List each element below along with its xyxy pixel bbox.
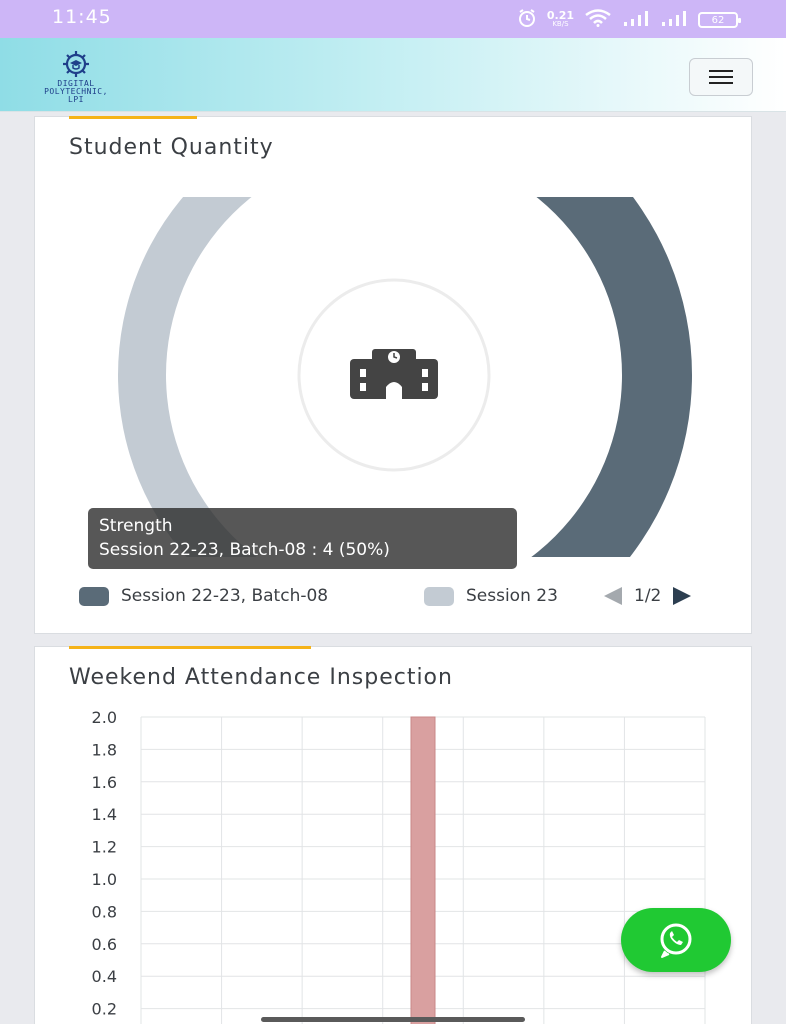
previous-page-icon[interactable] [604, 587, 622, 605]
net-speed: 0.21 KB/S [546, 9, 574, 29]
tooltip-body: Session 22-23, Batch-08 : 4 (50%) [99, 540, 390, 560]
gear-logo-icon [63, 51, 89, 77]
alarm-icon [517, 8, 537, 32]
logo[interactable]: DIGITAL POLYTECHNIC, LPI [20, 48, 132, 106]
donut-slice[interactable] [394, 77, 692, 673]
legend-pager: 1/2 [604, 586, 692, 606]
menu-button[interactable] [689, 58, 753, 96]
chart-tooltip: Strength Session 22-23, Batch-08 : 4 (50… [88, 508, 517, 569]
attendance-bar[interactable] [410, 716, 436, 1024]
bar-chart[interactable]: 2.0 1.8 1.6 1.4 1.2 1.0 0.8 0.6 0.4 0.2 [69, 697, 749, 1024]
y-tick-label: 0.4 [92, 967, 117, 986]
legend-page-number: 1/2 [634, 586, 662, 606]
app-bar: DIGITAL POLYTECHNIC, LPI [0, 38, 786, 112]
status-bar: 11:45 0.21 KB/S 62 [0, 0, 786, 38]
chart-legend: Session 22-23, Batch-08 Session 23 1/2 [79, 586, 719, 610]
logo-line-3: LPI [68, 95, 84, 104]
school-building-icon [350, 349, 438, 399]
wifi-icon [584, 9, 612, 31]
card-accent [69, 116, 197, 119]
y-tick-label: 1.4 [92, 805, 117, 824]
y-tick-label: 0.2 [92, 1000, 117, 1019]
hamburger-menu-icon [709, 70, 733, 72]
battery-icon: 62 [698, 12, 741, 28]
net-speed-value: 0.21 [546, 9, 574, 22]
y-tick-label: 0.6 [92, 935, 117, 954]
net-speed-unit: KB/S [552, 20, 569, 28]
legend-item[interactable]: Session 23 [424, 586, 584, 606]
y-tick-label: 0.8 [92, 902, 117, 921]
home-indicator [261, 1017, 525, 1022]
legend-label: Session 22-23, Batch-08 [121, 586, 329, 606]
signal-icon [660, 10, 688, 30]
legend-item[interactable]: Session 22-23, Batch-08 [79, 586, 328, 606]
donut-chart[interactable] [116, 77, 696, 673]
y-tick-label: 1.8 [92, 740, 117, 759]
whatsapp-button[interactable] [621, 908, 731, 972]
legend-label: Session 23 [466, 586, 558, 606]
status-icons: 0.21 KB/S 62 [517, 8, 741, 32]
y-tick-label: 2.0 [92, 708, 117, 727]
status-time: 11:45 [52, 6, 112, 28]
y-tick-label: 1.2 [92, 838, 117, 857]
next-page-icon[interactable] [673, 587, 692, 605]
legend-swatch [79, 586, 109, 606]
tooltip-title: Strength [99, 516, 173, 536]
signal-icon [622, 10, 650, 30]
whatsapp-icon [660, 923, 692, 958]
legend-swatch [424, 586, 454, 606]
y-tick-label: 1.6 [92, 773, 117, 792]
card-accent [69, 646, 311, 649]
student-quantity-card: Student Quantity Strength Session 22-23,… [34, 77, 752, 673]
y-tick-label: 1.0 [92, 870, 117, 889]
card-title: Student Quantity [69, 135, 274, 160]
battery-level: 62 [711, 14, 725, 26]
card-title: Weekend Attendance Inspection [69, 665, 453, 690]
